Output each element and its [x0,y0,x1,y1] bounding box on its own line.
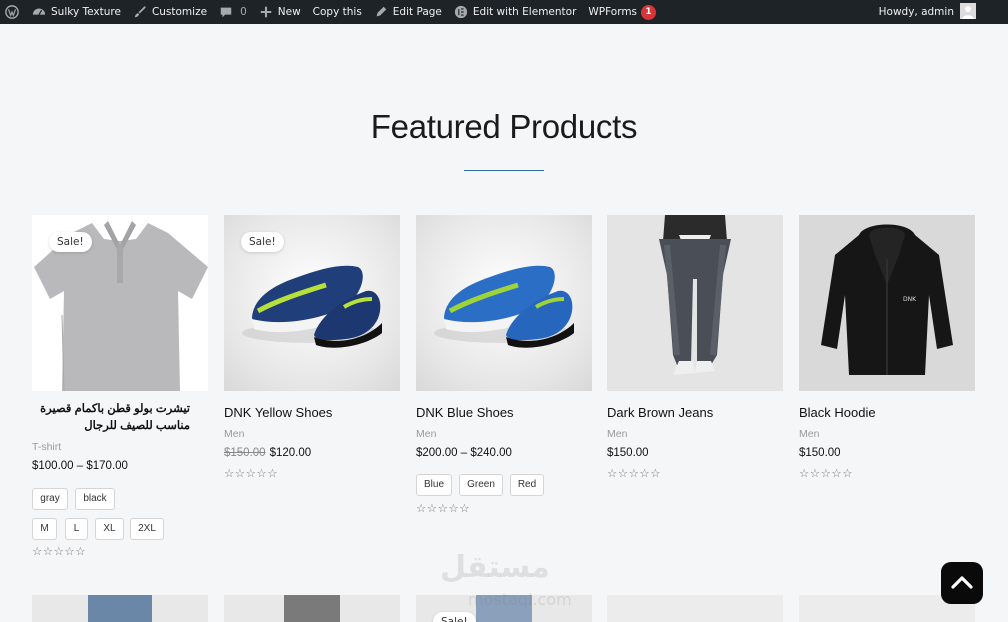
swatch-size-m[interactable]: M [32,518,57,540]
site-name-link[interactable]: Sulky Texture [26,0,127,24]
wpforms-label: WPForms [588,6,638,18]
swatch-size-xl[interactable]: XL [95,518,124,540]
wpforms-badge: 1 [641,4,657,20]
my-account-link[interactable]: Howdy, admin [873,0,1008,24]
product-price: $100.00 – $170.00 [32,460,128,472]
product-price: $150.00 $120.00 [224,447,311,459]
copy-this-label: Copy this [312,6,362,18]
watermark: مستقل [440,550,550,585]
product-image[interactable] [224,595,400,622]
swatch-size-l[interactable]: L [65,518,88,540]
product-title[interactable]: تيشرت بولو قطن باكمام قصيرة مناسب للصيف … [14,401,190,435]
customize-link[interactable]: Customize [127,0,213,24]
comments-link[interactable]: 0 [213,0,253,24]
avatar [960,3,976,19]
site-name: Sulky Texture [51,6,121,18]
swatch-blue[interactable]: Blue [416,474,452,496]
sale-badge: Sale! [49,232,92,252]
pencil-icon [374,5,388,19]
copy-this-link[interactable]: Copy this [307,0,368,24]
product-category[interactable]: Men [799,428,819,440]
brush-icon [133,5,147,19]
wpforms-link[interactable]: WPForms 1 [582,0,662,24]
section-title: Featured Products [370,108,638,145]
back-to-top-button[interactable] [941,562,983,604]
product-image[interactable]: DNK [799,215,975,391]
title-divider [464,170,544,171]
swatch-black[interactable]: black [75,488,115,510]
product-title[interactable]: DNK Blue Shoes [416,404,514,421]
product-title[interactable]: DNK Yellow Shoes [224,404,332,421]
old-price: $150.00 [224,447,266,459]
swatch-red[interactable]: Red [510,474,544,496]
product-price: $150.00 [799,447,841,459]
watermark-url: mostaql.com [468,590,572,609]
rating-stars: ☆☆☆☆☆ [799,466,854,480]
edit-elementor-label: Edit with Elementor [472,6,577,18]
wordpress-logo-icon[interactable] [0,0,26,24]
dashboard-icon [32,5,46,19]
product-title[interactable]: Black Hoodie [799,404,876,421]
swatch-size-2xl[interactable]: 2XL [130,518,164,540]
product-category[interactable]: Men [224,428,244,440]
swatch-green[interactable]: Green [459,474,503,496]
sale-badge: Sale! [433,612,476,622]
new-content-link[interactable]: New [253,0,307,24]
sale-badge: Sale! [241,232,284,252]
rating-stars: ☆☆☆☆☆ [607,466,662,480]
hoodie-logo: DNK [903,296,917,303]
edit-page-link[interactable]: Edit Page [368,0,448,24]
comments-count: 0 [240,6,247,18]
plus-icon [259,5,273,19]
product-image[interactable]: Sale! [32,215,208,391]
product-category[interactable]: Men [416,428,436,440]
rating-stars: ☆☆☆☆☆ [416,501,471,515]
product-title[interactable]: Dark Brown Jeans [607,404,713,421]
product-category[interactable]: Men [607,428,627,440]
swatch-gray[interactable]: gray [32,488,68,510]
howdy-label: Howdy, admin [878,6,954,18]
elementor-icon [454,5,468,19]
product-image[interactable] [416,215,592,391]
customize-label: Customize [151,6,208,18]
product-image[interactable] [32,595,208,622]
product-category[interactable]: T-shirt [32,441,61,453]
edit-page-label: Edit Page [392,6,442,18]
comment-icon [219,5,233,19]
rating-stars: ☆☆☆☆☆ [224,466,279,480]
chevron-up-icon [951,574,973,593]
product-image[interactable] [607,215,783,391]
sale-price: $120.00 [269,447,312,459]
product-image[interactable] [607,595,783,622]
rating-stars: ☆☆☆☆☆ [32,544,87,558]
product-price: $200.00 – $240.00 [416,447,512,459]
new-label: New [277,6,301,18]
edit-elementor-link[interactable]: Edit with Elementor [448,0,583,24]
admin-bar: Sulky Texture Customize 0 New Copy this … [0,0,1008,24]
product-image[interactable]: Sale! [224,215,400,391]
product-price: $150.00 [607,447,649,459]
